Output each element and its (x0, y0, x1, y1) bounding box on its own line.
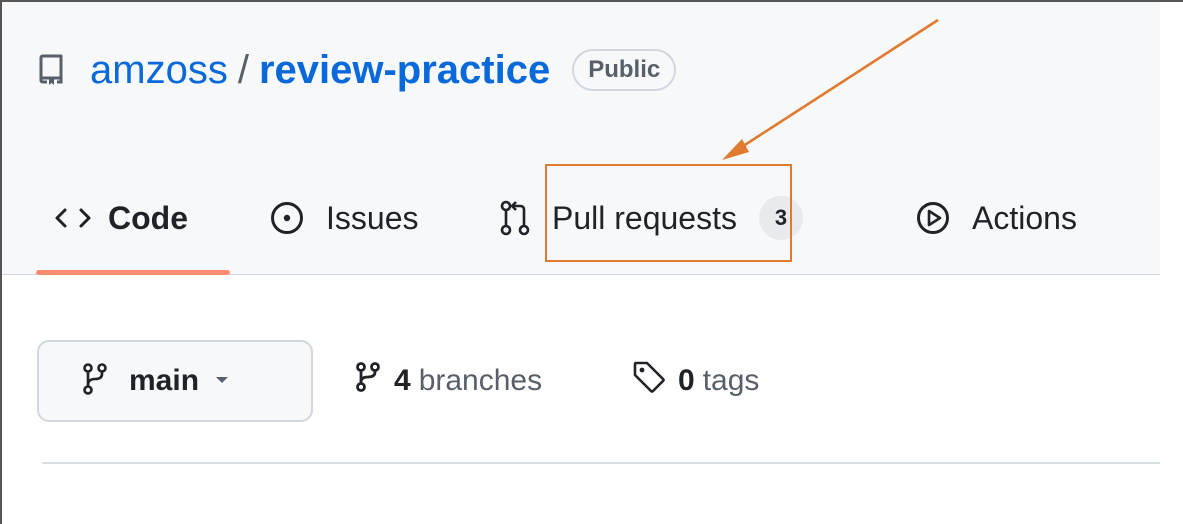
caret-down-icon (215, 372, 229, 390)
branches-label: branches (418, 364, 543, 397)
tags-label: tags (702, 364, 760, 397)
branches-link[interactable]: 4 branches (356, 356, 542, 406)
branches-count: 4 (394, 364, 411, 397)
branch-name: main (129, 364, 200, 397)
tags-count: 0 (678, 364, 695, 397)
tag-icon (632, 360, 666, 402)
content-divider (42, 462, 1160, 464)
branch-select-button[interactable]: main (37, 340, 313, 422)
git-branch-icon (356, 362, 380, 400)
git-branch-icon (83, 362, 107, 400)
tags-link[interactable]: 0 tags (632, 356, 759, 406)
annotation-arrow (722, 18, 939, 160)
